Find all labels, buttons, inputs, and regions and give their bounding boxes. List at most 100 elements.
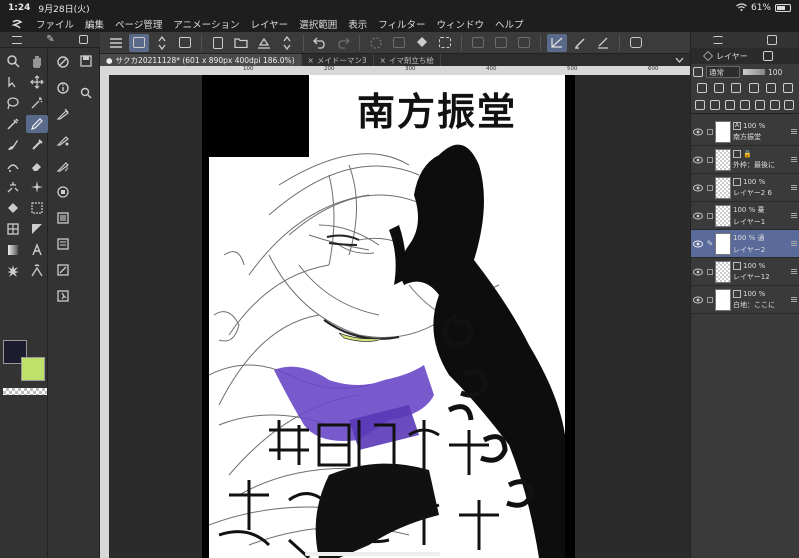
operation-tool-icon[interactable] <box>2 73 24 91</box>
invert-selection-icon[interactable] <box>491 34 511 52</box>
layer-drag-handle-icon[interactable] <box>791 241 797 246</box>
sparkle-icon[interactable] <box>26 178 48 196</box>
layer-row[interactable]: 100 % 乗 レイヤー1 <box>691 202 799 230</box>
updown-icon[interactable] <box>152 34 172 52</box>
pen-header-icon[interactable]: ✎ <box>46 34 54 45</box>
subtool-g-pen-icon[interactable] <box>54 106 72 122</box>
loading-icon[interactable] <box>366 34 386 52</box>
ruler-snap-icon[interactable] <box>547 33 567 52</box>
tool-sub-icon[interactable] <box>78 35 88 44</box>
mask-enable-icon[interactable] <box>783 83 794 93</box>
subtool-info-icon[interactable] <box>54 80 72 96</box>
menu-animation[interactable]: アニメーション <box>173 17 239 31</box>
layer-drag-handle-icon[interactable] <box>791 157 797 162</box>
undo-icon[interactable] <box>310 34 330 52</box>
opacity-value[interactable]: 100 <box>768 68 782 77</box>
layer-checkbox[interactable] <box>705 128 715 135</box>
layer-drag-handle-icon[interactable] <box>791 269 797 274</box>
canvas-area[interactable]: 南方振堂 <box>109 75 690 558</box>
correction-icon[interactable] <box>26 262 48 280</box>
new-file-icon[interactable] <box>208 34 228 52</box>
visibility-eye-icon[interactable] <box>691 268 705 276</box>
new-raster-layer-icon[interactable] <box>695 99 706 110</box>
app-logo-icon[interactable] <box>10 18 24 30</box>
layer-drag-handle-icon[interactable] <box>791 213 797 218</box>
layer-edit-pen-icon[interactable]: ✎ <box>705 239 715 248</box>
decoration-icon[interactable] <box>2 157 24 175</box>
opacity-slider[interactable] <box>743 69 765 75</box>
arrows-icon[interactable] <box>277 34 297 52</box>
transparent-color-swatch[interactable] <box>3 388 47 395</box>
eraser-icon[interactable] <box>26 157 48 175</box>
layer-checkbox[interactable] <box>705 268 715 275</box>
layer-checkbox[interactable] <box>705 184 715 191</box>
blend-mode-select[interactable]: 通常 <box>706 66 740 78</box>
visibility-eye-icon[interactable] <box>691 156 705 164</box>
layer-menu-icon[interactable] <box>784 99 795 110</box>
tab-document-2[interactable]: × メイドーマン3 <box>302 54 374 66</box>
redo-icon[interactable] <box>333 34 353 52</box>
layer-row[interactable]: 100 % レイヤー12 <box>691 258 799 286</box>
subtool-round-pen-icon[interactable] <box>54 158 72 174</box>
layer-drag-handle-icon[interactable] <box>791 129 797 134</box>
draft-layer-icon[interactable] <box>731 83 742 93</box>
sub-color-swatch[interactable] <box>21 357 45 381</box>
clear-icon[interactable] <box>389 34 409 52</box>
clip-lower-icon[interactable] <box>696 83 707 93</box>
zoom-tool-icon[interactable] <box>2 52 24 70</box>
menu-selection[interactable]: 選択範囲 <box>299 17 337 31</box>
subtool-book-icon[interactable] <box>54 236 72 252</box>
brush-snap-icon[interactable] <box>570 34 590 52</box>
lasso-tool-icon[interactable] <box>2 94 24 112</box>
layer-row[interactable]: 🔒 外枠：最後に <box>691 146 799 174</box>
lock-layer-icon[interactable] <box>748 83 759 93</box>
text-tool-icon[interactable] <box>26 241 48 259</box>
tab-document-1[interactable]: ● サクカ20211128* (601 x 890px 400dpi 186.0… <box>100 54 302 66</box>
visibility-eye-icon[interactable] <box>691 128 705 136</box>
menu-page[interactable]: ページ管理 <box>115 17 162 31</box>
menu-filter[interactable]: フィルター <box>378 17 425 31</box>
subtool-pen-icon[interactable] <box>54 54 72 70</box>
gradient-tool-icon[interactable] <box>26 199 48 217</box>
pen-tool-icon[interactable] <box>26 115 48 133</box>
layer-drag-handle-icon[interactable] <box>791 297 797 302</box>
open-folder-icon[interactable] <box>231 34 251 52</box>
subtool-square-icon[interactable] <box>54 210 72 226</box>
menu-view[interactable]: 表示 <box>348 17 367 31</box>
layer-row[interactable]: 100 % レイヤー2 6 <box>691 174 799 202</box>
delete-layer-icon[interactable] <box>754 99 765 110</box>
layer-checkbox[interactable] <box>705 156 715 163</box>
menu-list-icon[interactable] <box>106 34 126 52</box>
visibility-eye-icon[interactable] <box>691 240 705 248</box>
move-tool-icon[interactable] <box>26 73 48 91</box>
panel-expand-icon[interactable] <box>767 35 777 45</box>
airbrush-icon[interactable] <box>26 136 48 154</box>
fill-tool-icon[interactable] <box>2 199 24 217</box>
canvas-paper[interactable]: 南方振堂 <box>202 75 575 558</box>
balloon-icon[interactable] <box>2 262 24 280</box>
companion-icon[interactable] <box>626 34 646 52</box>
layer-row[interactable]: A 100 % 南方振堂 <box>691 118 799 146</box>
ruler-tool-icon[interactable] <box>26 220 48 238</box>
layer-tab-icon[interactable] <box>703 51 713 61</box>
menu-layer[interactable]: レイヤー <box>250 17 288 31</box>
menu-help[interactable]: ヘルプ <box>495 17 524 31</box>
layer-checkbox[interactable] <box>705 212 715 219</box>
reference-layer-icon[interactable] <box>713 83 724 93</box>
hand-tool-icon[interactable] <box>26 52 48 70</box>
layer-drag-handle-icon[interactable] <box>791 185 797 190</box>
gradation-icon[interactable] <box>2 241 24 259</box>
transform-icon[interactable] <box>435 34 455 52</box>
layer-row[interactable]: 100 % 白地：ここに <box>691 286 799 314</box>
canvas-select-icon[interactable] <box>129 33 149 52</box>
subtool-save-icon[interactable] <box>78 54 94 68</box>
visibility-eye-icon[interactable] <box>691 184 705 192</box>
subtool-run-icon[interactable] <box>54 288 72 304</box>
panel-menu-icon[interactable] <box>713 36 723 44</box>
subtool-search-icon[interactable] <box>78 86 94 100</box>
frame-tool-icon[interactable] <box>2 220 24 238</box>
eyedropper-icon[interactable] <box>2 115 24 133</box>
menu-file[interactable]: ファイル <box>36 17 74 31</box>
new-folder-icon[interactable] <box>725 99 736 110</box>
visibility-eye-icon[interactable] <box>691 296 705 304</box>
